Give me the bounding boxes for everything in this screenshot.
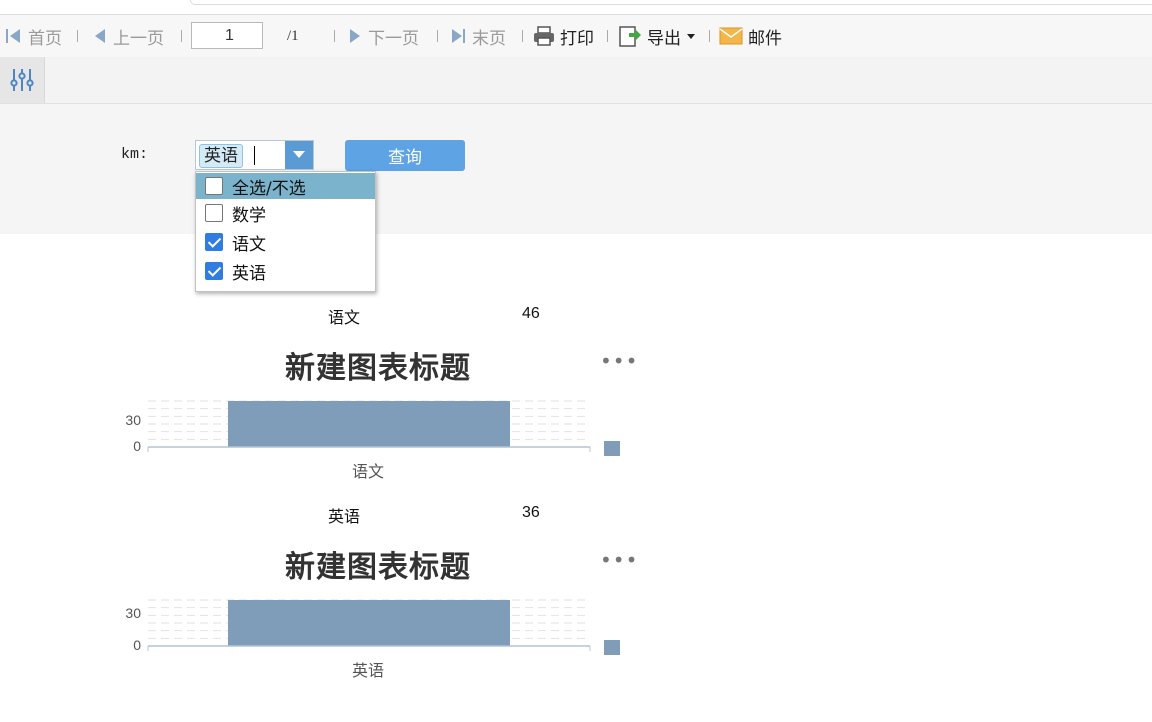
top-strip [0,0,1152,14]
mail-button[interactable]: 邮件 [719,15,782,57]
toolbar-separator [607,30,608,42]
prev-page-icon [95,29,105,43]
toolbar-separator [334,30,335,42]
next-page-button[interactable]: 下一页 [347,15,419,57]
option-label: 全选/不选 [232,178,306,199]
first-page-label: 首页 [28,28,62,49]
y-tick-label: 0 [133,637,141,653]
dropdown-toggle[interactable] [285,141,313,169]
option-label: 数学 [232,205,266,226]
parameter-panel [0,104,1152,234]
parameter-toggle-button[interactable] [0,57,45,103]
first-page-icon [6,29,20,43]
export-label: 导出 [647,28,681,49]
option-english[interactable]: 英语 [196,258,375,284]
selected-tag[interactable]: 英语 [199,144,243,168]
option-math[interactable]: 数学 [196,200,375,226]
next-page-label: 下一页 [368,28,419,49]
option-chinese[interactable]: 语文 [196,229,375,255]
print-button[interactable]: 打印 [533,15,594,57]
next-page-icon [350,29,360,43]
last-page-label: 末页 [472,28,506,49]
km-multiselect[interactable]: 英语 [195,140,314,170]
last-page-button[interactable]: 末页 [449,15,506,57]
chart-plot: 30 0 英语 [125,599,620,680]
checkbox-checked[interactable] [205,262,223,280]
y-tick-label: 30 [125,412,141,428]
bar-chart-2: 新建图表标题 ••• 30 0 英语 [100,542,640,722]
row-value: 36 [522,504,540,521]
option-label: 英语 [232,263,266,284]
x-category-label: 英语 [352,661,384,680]
report-toolbar: 首页 上一页 1 /1 下一页 末页 打印 导出 邮件 [0,14,1152,58]
bar-chart-1: 新建图表标题 ••• 30 0 语文 [100,343,640,523]
query-button[interactable]: 查询 [345,140,465,171]
page-total: /1 [287,28,299,44]
browser-tab-edge [190,0,1152,5]
toolbar-separator [181,30,182,42]
text-cursor [254,146,255,165]
y-tick-label: 30 [125,605,141,621]
bar[interactable] [228,401,510,447]
sliders-icon [10,69,34,91]
export-icon [619,26,641,47]
row-subject: 语文 [328,308,361,327]
export-button[interactable]: 导出 [618,15,696,57]
legend-swatch[interactable] [604,640,620,655]
toolbar-separator [437,30,438,42]
printer-icon [534,26,554,46]
checkbox[interactable] [205,204,223,222]
x-category-label: 语文 [352,462,384,481]
print-label: 打印 [560,28,594,49]
chevron-down-icon [293,151,305,158]
mail-label: 邮件 [748,28,782,49]
secondary-toolbar [0,57,1152,104]
checkbox[interactable] [205,177,223,195]
toolbar-separator [77,30,78,42]
page-number-input[interactable]: 1 [191,22,263,49]
prev-page-label: 上一页 [113,28,164,49]
last-page-icon [452,29,465,43]
option-select-all[interactable]: 全选/不选 [196,173,375,199]
export-dropdown-icon [687,34,695,39]
km-options-dropdown: 全选/不选 数学 语文 英语 [195,171,376,292]
checkbox-checked[interactable] [205,233,223,251]
toolbar-separator [522,30,523,42]
prev-page-button[interactable]: 上一页 [92,15,164,57]
km-param-label: km: [121,146,149,163]
legend-swatch[interactable] [604,441,620,456]
bar[interactable] [228,600,510,646]
envelope-icon [719,27,743,45]
y-tick-label: 0 [133,438,141,454]
chart-plot: 30 0 语文 [125,400,620,481]
row-subject: 英语 [328,507,361,526]
row-value: 46 [522,305,540,322]
option-label: 语文 [232,234,266,255]
toolbar-separator [709,30,710,42]
first-page-button[interactable]: 首页 [5,15,62,57]
